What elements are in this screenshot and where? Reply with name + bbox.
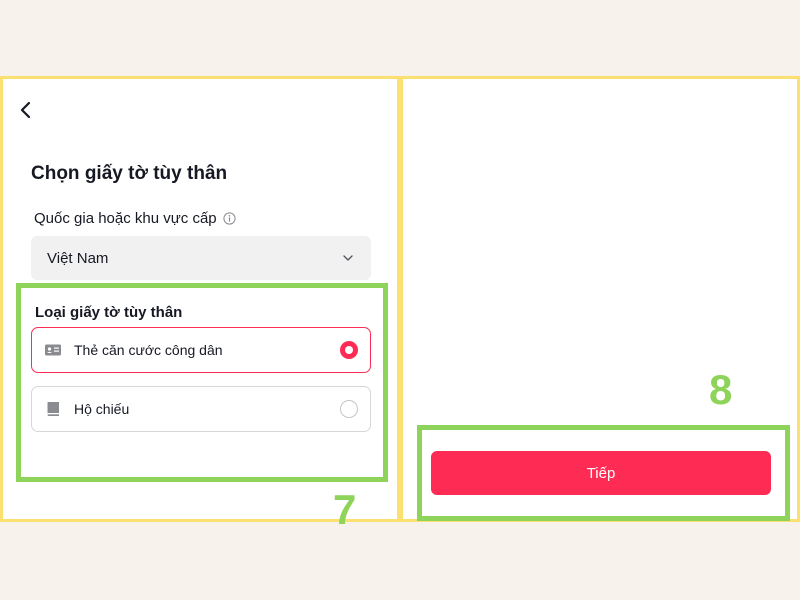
- radio-unselected[interactable]: [340, 400, 358, 418]
- info-icon[interactable]: [223, 212, 236, 225]
- chevron-down-icon: [343, 255, 353, 261]
- back-button[interactable]: [15, 99, 37, 121]
- id-type-label: Loại giấy tờ tùy thân: [35, 304, 183, 321]
- right-screen-panel: 8 Tiếp: [400, 76, 800, 522]
- country-select-value: Việt Nam: [47, 249, 109, 267]
- back-arrow-icon: [20, 101, 31, 119]
- page-title: Chọn giấy tờ tùy thân: [31, 163, 228, 184]
- id-option-citizen-card[interactable]: Thẻ căn cước công dân: [31, 327, 371, 373]
- id-option-passport[interactable]: Hộ chiếu: [31, 386, 371, 432]
- country-label: Quốc gia hoặc khu vực cấp: [34, 210, 217, 227]
- id-option-label: Thẻ căn cước công dân: [74, 342, 223, 358]
- step-number-8: 8: [709, 366, 733, 413]
- passport-book-icon: [47, 402, 59, 416]
- id-option-label: Hộ chiếu: [74, 401, 130, 417]
- country-label-row: Quốc gia hoặc khu vực cấp: [34, 210, 236, 227]
- radio-selected[interactable]: [340, 341, 358, 359]
- country-select[interactable]: Việt Nam: [31, 236, 371, 280]
- id-card-icon: [45, 344, 61, 356]
- left-screen-panel: Chọn giấy tờ tùy thân Quốc gia hoặc khu …: [0, 76, 400, 531]
- next-button[interactable]: Tiếp: [431, 451, 771, 495]
- step-number-7: 7: [333, 486, 357, 533]
